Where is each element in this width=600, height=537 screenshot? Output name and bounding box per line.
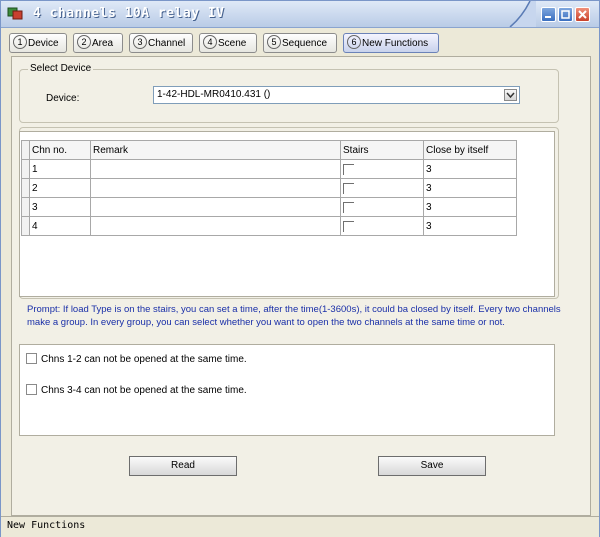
channel-table: Chn no. Remark Stairs Close by itself 1 … xyxy=(21,140,517,236)
stairs-cell xyxy=(340,159,424,179)
row-header xyxy=(21,216,30,236)
channel-table-container: Chn no. Remark Stairs Close by itself 1 … xyxy=(19,131,555,297)
chn-cell: 4 xyxy=(29,216,91,236)
stairs-cell xyxy=(340,197,424,217)
app-window: 4 channels 10A relay IV 1 Device 2 Area 3C… xyxy=(0,0,600,537)
tab-number: 3 xyxy=(133,35,147,50)
close-cell[interactable]: 3 xyxy=(423,159,517,179)
tab-new-functions[interactable]: 6 New Functions xyxy=(343,33,439,53)
tab-channel[interactable]: 3 Channel xyxy=(129,33,193,53)
column-header-chn: Chn no. xyxy=(29,140,91,160)
stairs-checkbox[interactable] xyxy=(343,183,354,194)
prompt-text: Prompt: If load Type is on the stairs, y… xyxy=(27,304,561,328)
table-row[interactable]: 2 3 xyxy=(21,178,517,198)
tab-scene[interactable]: 4 Scene xyxy=(199,33,257,53)
stairs-checkbox[interactable] xyxy=(343,221,354,232)
options-panel: Chns 1-2 can not be opened at the same t… xyxy=(19,344,555,436)
table-row[interactable]: 3 3 xyxy=(21,197,517,217)
tab-label: Scene xyxy=(218,38,247,49)
remark-cell[interactable] xyxy=(90,178,341,198)
option-checkbox[interactable] xyxy=(26,353,37,364)
status-text: New Functions xyxy=(7,520,86,531)
row-header xyxy=(21,197,30,217)
maximize-button[interactable] xyxy=(558,7,573,22)
tab-area[interactable]: 2 Area xyxy=(73,33,123,53)
chevron-down-icon[interactable] xyxy=(504,89,517,101)
tab-label: New Functions xyxy=(362,38,429,49)
title-bar: 4 channels 10A relay IV xyxy=(1,1,599,28)
column-header-close: Close by itself xyxy=(423,140,517,160)
remark-cell[interactable] xyxy=(90,159,341,179)
chn-cell: 1 xyxy=(29,159,91,179)
tab-number: 6 xyxy=(347,35,361,50)
row-header xyxy=(21,178,30,198)
table-row[interactable]: 4 3 xyxy=(21,216,517,236)
table-header-row: Chn no. Remark Stairs Close by itself xyxy=(21,140,517,160)
option-chns-1-2[interactable]: Chns 1-2 can not be opened at the same t… xyxy=(26,353,247,366)
tab-sequence[interactable]: 5 Sequence xyxy=(263,33,337,53)
close-cell[interactable]: 3 xyxy=(423,216,517,236)
device-select-value: 1-42-HDL-MR0410.431 () xyxy=(157,89,271,100)
close-cell[interactable]: 3 xyxy=(423,197,517,217)
stairs-cell xyxy=(340,216,424,236)
status-bar: New Functions xyxy=(1,516,599,537)
tab-label: Device xyxy=(28,38,59,49)
minimize-button[interactable] xyxy=(541,7,556,22)
tab-device[interactable]: 1 Device xyxy=(9,33,67,53)
close-button[interactable] xyxy=(575,7,590,22)
row-header xyxy=(21,159,30,179)
option-label: Chns 3-4 can not be opened at the same t… xyxy=(41,385,247,397)
tab-number: 1 xyxy=(13,35,27,50)
tab-number: 5 xyxy=(267,35,281,50)
option-checkbox[interactable] xyxy=(26,384,37,395)
chn-cell: 3 xyxy=(29,197,91,217)
save-button[interactable]: Save xyxy=(378,456,486,476)
option-label: Chns 1-2 can not be opened at the same t… xyxy=(41,354,247,366)
stairs-checkbox[interactable] xyxy=(343,164,354,175)
remark-cell[interactable] xyxy=(90,216,341,236)
table-row[interactable]: 1 3 xyxy=(21,159,517,179)
remark-cell[interactable] xyxy=(90,197,341,217)
window-title: 4 channels 10A relay IV xyxy=(33,6,225,21)
tab-number: 2 xyxy=(77,35,91,50)
column-header-remark: Remark xyxy=(90,140,341,160)
device-label: Device: xyxy=(46,93,80,104)
tab-label: Sequence xyxy=(282,38,328,49)
tab-number: 4 xyxy=(203,35,217,50)
device-select[interactable]: 1-42-HDL-MR0410.431 () xyxy=(153,86,520,104)
stairs-cell xyxy=(340,178,424,198)
column-header-stairs: Stairs xyxy=(340,140,424,160)
tab-label: Area xyxy=(92,38,114,49)
tab-label: Channel xyxy=(148,38,186,49)
app-icon xyxy=(7,7,23,20)
read-button[interactable]: Read xyxy=(129,456,237,476)
close-cell[interactable]: 3 xyxy=(423,178,517,198)
stairs-checkbox[interactable] xyxy=(343,202,354,213)
select-device-legend: Select Device xyxy=(28,63,94,74)
row-header-corner xyxy=(21,140,30,160)
titlebar-decoration xyxy=(509,1,536,27)
option-chns-3-4[interactable]: Chns 3-4 can not be opened at the same t… xyxy=(26,384,247,397)
chn-cell: 2 xyxy=(29,178,91,198)
